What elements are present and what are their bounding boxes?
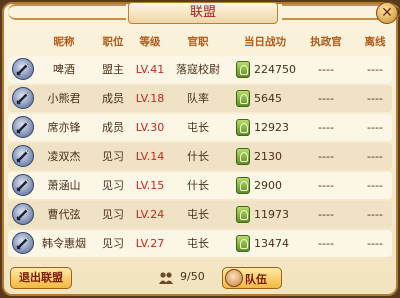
member-merit: 11973 xyxy=(254,208,289,221)
member-name: 啤酒 xyxy=(53,63,75,76)
title-ornament-left xyxy=(8,4,126,20)
column-header-level: 等级 xyxy=(139,36,161,48)
member-name: 凌双杰 xyxy=(47,150,81,163)
member-consul: ---- xyxy=(318,208,334,221)
member-avatar xyxy=(12,174,34,196)
merit-icon xyxy=(236,90,250,107)
merit-icon xyxy=(236,235,250,252)
member-position: 见习 xyxy=(102,208,124,221)
member-offline: ---- xyxy=(367,208,383,221)
member-merit: 2900 xyxy=(254,179,282,192)
team-button-label: 队伍 xyxy=(245,273,267,286)
member-offline: ---- xyxy=(367,63,383,76)
member-level: LV.18 xyxy=(135,92,165,105)
quit-alliance-button[interactable]: 退出联盟 xyxy=(10,267,72,289)
member-row[interactable]: 曹代弦 见习 LV.24 屯长 11973 ---- ---- xyxy=(8,201,392,228)
column-header-merit: 当日战功 xyxy=(244,36,286,48)
merit-icon xyxy=(236,206,250,223)
close-button[interactable]: ✕ xyxy=(376,2,398,24)
column-header-name: 昵称 xyxy=(53,36,75,48)
member-position: 成员 xyxy=(102,92,124,105)
member-position: 见习 xyxy=(102,237,124,250)
member-name: 席亦锋 xyxy=(47,121,81,134)
merit-icon xyxy=(236,177,250,194)
member-level: LV.30 xyxy=(135,121,165,134)
sword-icon xyxy=(16,237,29,250)
member-merit: 5645 xyxy=(254,92,282,105)
column-header-offline: 离线 xyxy=(364,36,386,48)
member-consul: ---- xyxy=(318,92,334,105)
member-office: 屯长 xyxy=(187,208,209,221)
member-row[interactable]: 席亦锋 成员 LV.30 屯长 12923 ---- ---- xyxy=(8,114,392,141)
member-row[interactable]: 啤酒 盟主 LV.41 落寇校尉 224750 ---- ---- xyxy=(8,56,392,83)
member-row[interactable]: 韩令惠烟 见习 LV.27 屯长 13474 ---- ---- xyxy=(8,230,392,257)
member-position: 见习 xyxy=(102,150,124,163)
column-header-office: 官职 xyxy=(187,36,209,48)
member-consul: ---- xyxy=(318,121,334,134)
member-consul: ---- xyxy=(318,63,334,76)
member-merit: 12923 xyxy=(254,121,289,134)
member-avatar xyxy=(12,203,34,225)
member-avatar xyxy=(12,232,34,254)
sword-icon xyxy=(16,63,29,76)
members-icon xyxy=(159,272,173,284)
member-consul: ---- xyxy=(318,150,334,163)
member-offline: ---- xyxy=(367,179,383,192)
member-offline: ---- xyxy=(367,237,383,250)
member-office: 什长 xyxy=(187,179,209,192)
member-office: 屯长 xyxy=(187,237,209,250)
member-count: 9/50 xyxy=(180,270,205,283)
member-position: 盟主 xyxy=(102,63,124,76)
column-header-consul: 执政官 xyxy=(310,36,342,48)
member-name: 萧涵山 xyxy=(47,179,81,192)
merit-icon xyxy=(236,119,250,136)
sword-icon xyxy=(16,92,29,105)
sword-icon xyxy=(16,208,29,221)
member-level: LV.15 xyxy=(135,179,165,192)
member-offline: ---- xyxy=(367,150,383,163)
member-row[interactable]: 小熊君 成员 LV.18 队率 5645 ---- ---- xyxy=(8,85,392,112)
title-bar: 联盟 ✕ xyxy=(0,0,400,26)
sword-icon xyxy=(16,150,29,163)
member-avatar xyxy=(12,58,34,80)
team-avatar-icon xyxy=(225,269,243,287)
member-row[interactable]: 凌双杰 见习 LV.14 什长 2130 ---- ---- xyxy=(8,143,392,170)
member-name: 曹代弦 xyxy=(47,208,81,221)
member-office: 队率 xyxy=(187,92,209,105)
member-avatar xyxy=(12,145,34,167)
sword-icon xyxy=(16,121,29,134)
member-row[interactable]: 萧涵山 见习 LV.15 什长 2900 ---- ---- xyxy=(8,172,392,199)
member-name: 韩令惠烟 xyxy=(42,237,86,250)
member-avatar xyxy=(12,87,34,109)
merit-icon xyxy=(236,148,250,165)
member-office: 屯长 xyxy=(187,121,209,134)
member-offline: ---- xyxy=(367,92,383,105)
footer-bar: 退出联盟 9/50 队伍 xyxy=(4,262,396,294)
member-level: LV.14 xyxy=(135,150,165,163)
member-merit: 2130 xyxy=(254,150,282,163)
member-level: LV.41 xyxy=(135,63,165,76)
team-button[interactable]: 队伍 xyxy=(222,267,282,289)
member-office: 什长 xyxy=(187,150,209,163)
member-name: 小熊君 xyxy=(47,92,81,105)
member-offline: ---- xyxy=(367,121,383,134)
member-avatar xyxy=(12,116,34,138)
member-position: 成员 xyxy=(102,121,124,134)
member-merit: 13474 xyxy=(254,237,289,250)
merit-icon xyxy=(236,61,250,78)
member-consul: ---- xyxy=(318,179,334,192)
member-office: 落寇校尉 xyxy=(176,63,220,76)
member-level: LV.27 xyxy=(135,237,165,250)
column-header-position: 职位 xyxy=(102,36,124,48)
member-position: 见习 xyxy=(102,179,124,192)
member-level: LV.24 xyxy=(135,208,165,221)
sword-icon xyxy=(16,179,29,192)
member-merit: 224750 xyxy=(254,63,296,76)
table-header: 昵称 职位 等级 官职 当日战功 执政官 离线 xyxy=(8,30,392,54)
member-consul: ---- xyxy=(318,237,334,250)
panel-title: 联盟 xyxy=(128,2,278,24)
